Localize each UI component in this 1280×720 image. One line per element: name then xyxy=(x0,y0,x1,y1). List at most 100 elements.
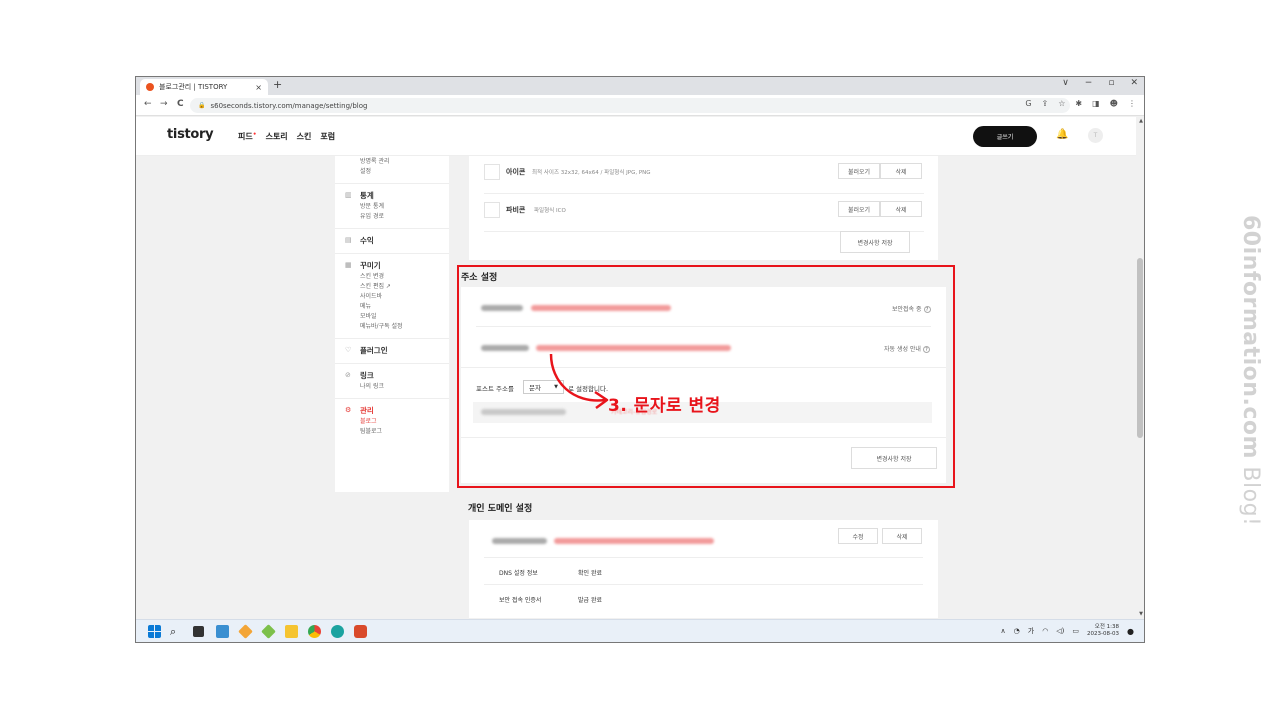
notification-bell-icon[interactable]: 🔔 xyxy=(1056,129,1068,140)
scrollbar-thumb[interactable] xyxy=(1137,258,1143,438)
sidebar-head-manage[interactable]: ⚙ 관리 xyxy=(345,403,449,417)
sidebar-item-menubar[interactable]: 메뉴바/구독 설정 xyxy=(345,322,449,332)
icon-label: 아이콘 xyxy=(506,168,526,176)
side-panel-icon[interactable]: ◨ xyxy=(1092,99,1100,108)
favicon-delete-button[interactable]: 삭제 xyxy=(880,201,922,217)
sidebar-head-plugin[interactable]: ♡ 플러그인 xyxy=(345,343,449,357)
app-icon-1[interactable] xyxy=(216,625,229,638)
browser-toolbar: G ⇪ ☆ ✱ ◨ ☻ ⋮ xyxy=(1025,99,1136,108)
app-icon-3[interactable] xyxy=(261,624,276,639)
write-post-button[interactable]: 글쓰기 xyxy=(973,126,1037,147)
back-button[interactable]: ← xyxy=(144,99,152,109)
task-view-icon[interactable] xyxy=(193,626,204,637)
scroll-down-icon[interactable]: ▼ xyxy=(1139,611,1143,617)
menu-feed[interactable]: 피드• xyxy=(238,131,257,142)
icon-save-button[interactable]: 변경사항 저장 xyxy=(840,231,910,253)
favicon-load-button[interactable]: 불러오기 xyxy=(838,201,880,217)
sidebar-item-skin-change[interactable]: 스킨 변경 xyxy=(345,272,449,282)
wifi-icon[interactable]: ◠ xyxy=(1042,627,1048,635)
share-icon[interactable]: ⇪ xyxy=(1042,99,1049,108)
maximize-button[interactable]: ▫ xyxy=(1108,78,1114,88)
annotation-text: 3. 문자로 변경 xyxy=(608,396,721,416)
chrome-icon[interactable] xyxy=(308,625,321,638)
url-input[interactable]: 🔒 s60seconds.tistory.com/manage/setting/… xyxy=(190,98,1070,113)
browser-tab[interactable]: 블로그관리 | TISTORY × xyxy=(140,79,268,95)
system-tray: ∧ ◔ 가 ◠ ◁) ▭ 오전 1:38 2023-08-03 ● xyxy=(1001,624,1135,638)
sidebar-item-team-blog[interactable]: 팀블로그 xyxy=(345,427,449,437)
sidebar-head-stats[interactable]: ▥ 통계 xyxy=(345,188,449,202)
google-icon[interactable]: G xyxy=(1025,99,1031,108)
favicon-label: 파비콘 xyxy=(506,206,526,214)
sidebar-item-menu[interactable]: 메뉴 xyxy=(345,302,449,312)
revenue-icon: ▤ xyxy=(345,236,352,244)
icon-delete-button[interactable]: 삭제 xyxy=(880,163,922,179)
icon-load-button[interactable]: 불러오기 xyxy=(838,163,880,179)
close-window-button[interactable]: ✕ xyxy=(1130,78,1138,88)
address-bar-row: ← → C 🔒 s60seconds.tistory.com/manage/se… xyxy=(136,95,1144,116)
watermark-suffix: Blog! xyxy=(1238,458,1263,527)
sidebar-item-skin-edit[interactable]: 스킨 편집 ↗ xyxy=(345,282,449,292)
highlight-box xyxy=(457,265,955,488)
file-explorer-icon[interactable] xyxy=(285,625,298,638)
search-icon[interactable]: ⌕ xyxy=(170,625,183,638)
tistory-logo[interactable]: tistory xyxy=(167,127,214,142)
menu-story[interactable]: 스토리 xyxy=(266,131,288,142)
sidebar-group-manage: ⚙ 관리 블로그 팀블로그 xyxy=(335,399,449,443)
watermark: 60information.com Blog! xyxy=(1238,215,1263,526)
tab-close-icon[interactable]: × xyxy=(255,83,262,92)
sidebar-item-settings[interactable]: 설정 xyxy=(345,167,449,177)
new-tab-button[interactable]: + xyxy=(273,78,282,91)
volume-icon[interactable]: ◁) xyxy=(1056,627,1064,635)
tab-title: 블로그관리 | TISTORY xyxy=(159,83,228,91)
dns-row: DNS 설정 정보 확인 완료 xyxy=(484,558,923,585)
cert-value: 발급 완료 xyxy=(578,597,602,604)
domain-row: 수정 삭제 xyxy=(484,520,923,558)
powerpoint-icon[interactable] xyxy=(354,625,367,638)
sidebar-group-revenue: ▤ 수익 xyxy=(335,229,449,254)
sidebar-head-label: 꾸미기 xyxy=(360,260,381,270)
scroll-up-icon[interactable]: ▲ xyxy=(1139,118,1143,124)
taskbar-clock[interactable]: 오전 1:38 2023-08-03 xyxy=(1087,624,1119,638)
tab-search-icon[interactable]: ∨ xyxy=(1062,78,1069,88)
plugin-icon: ♡ xyxy=(345,346,352,354)
page-scrollbar[interactable]: ▲ ▼ xyxy=(1136,117,1144,618)
sidebar-item-blog[interactable]: 블로그 xyxy=(345,417,449,427)
tistory-header: tistory 피드• 스토리 스킨 포럼 글쓰기 🔔 T xyxy=(136,117,1136,156)
windows-start-icon[interactable] xyxy=(148,625,161,638)
sidebar-item-guestbook[interactable]: 방명록 관리 xyxy=(345,157,449,167)
sidebar-item-my-links[interactable]: 나의 링크 xyxy=(345,382,449,392)
bookmark-star-icon[interactable]: ☆ xyxy=(1058,99,1065,108)
avatar[interactable]: T xyxy=(1088,128,1103,143)
sidebar-item-mobile[interactable]: 모바일 xyxy=(345,312,449,322)
sidebar-item-referrer[interactable]: 유입 경로 xyxy=(345,212,449,222)
profile-icon[interactable]: ☻ xyxy=(1110,99,1118,108)
watermark-main: 60information.com xyxy=(1238,215,1263,459)
sidebar-head-revenue[interactable]: ▤ 수익 xyxy=(345,233,449,247)
sidebar-group-design: ▦ 꾸미기 스킨 변경 스킨 편집 ↗ 사이드바 메뉴 모바일 메뉴바/구독 설정 xyxy=(335,254,449,339)
sidebar-head-link[interactable]: ⊘ 링크 xyxy=(345,368,449,382)
sidebar-group-link: ⊘ 링크 나의 링크 xyxy=(335,364,449,399)
sidebar-head-design[interactable]: ▦ 꾸미기 xyxy=(345,258,449,272)
menu-skin[interactable]: 스킨 xyxy=(297,131,312,142)
minimize-button[interactable]: − xyxy=(1085,78,1093,88)
domain-edit-button[interactable]: 수정 xyxy=(838,528,878,544)
icon-desc: 최적 사이즈 32x32, 64x64 / 파일형식 JPG, PNG xyxy=(532,170,651,176)
tray-app-icon[interactable]: ◔ xyxy=(1014,627,1020,635)
menu-forum[interactable]: 포럼 xyxy=(320,131,335,142)
edge-icon[interactable] xyxy=(331,625,344,638)
sidebar-item-visit-stats[interactable]: 방문 통계 xyxy=(345,202,449,212)
domain-delete-button[interactable]: 삭제 xyxy=(882,528,922,544)
notification-badge-icon[interactable]: ● xyxy=(1127,627,1134,636)
tray-chevron-icon[interactable]: ∧ xyxy=(1001,627,1006,635)
reload-button[interactable]: C xyxy=(177,99,184,109)
sidebar-item-sidebar[interactable]: 사이드바 xyxy=(345,292,449,302)
more-menu-icon[interactable]: ⋮ xyxy=(1128,99,1136,108)
extensions-icon[interactable]: ✱ xyxy=(1075,99,1082,108)
tistory-favicon-icon xyxy=(146,83,154,91)
screenshot-stage: 블로그관리 | TISTORY × + ∨ − ▫ ✕ ← → C 🔒 s60s… xyxy=(0,0,1280,720)
forward-button[interactable]: → xyxy=(160,99,168,109)
window-controls: ∨ − ▫ ✕ xyxy=(1062,78,1138,88)
app-icon-2[interactable] xyxy=(238,624,253,639)
ime-indicator[interactable]: 가 xyxy=(1028,626,1034,636)
battery-icon[interactable]: ▭ xyxy=(1072,627,1079,635)
